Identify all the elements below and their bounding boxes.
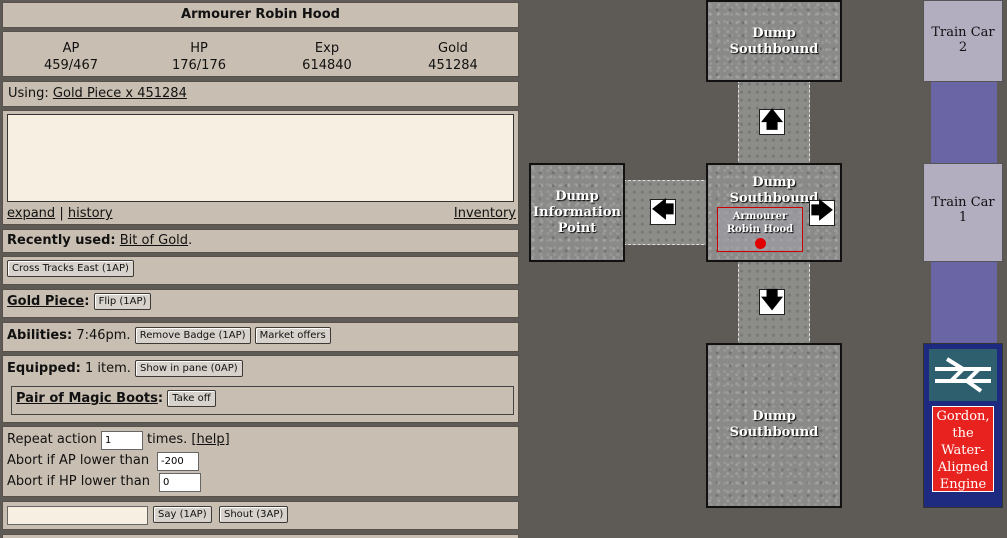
help-close: ] bbox=[224, 432, 230, 447]
abilities-label: Abilities: bbox=[7, 328, 73, 343]
take-off-button[interactable]: Take off bbox=[167, 390, 216, 407]
recently-used-suffix: . bbox=[188, 233, 193, 248]
arrow-left-icon[interactable]: 🡄 bbox=[650, 199, 676, 225]
history-link[interactable]: history bbox=[68, 206, 113, 221]
remove-badge-button[interactable]: Remove Badge (1AP) bbox=[134, 327, 251, 344]
stats-box: AP 459/467 HP 176/176 Exp 614840 Gold 45… bbox=[2, 31, 519, 77]
equipped-count: 1 item. bbox=[84, 361, 131, 376]
character-title: Armourer Robin Hood bbox=[181, 7, 340, 22]
say-button[interactable]: Say (1AP) bbox=[153, 506, 212, 523]
repeat-count-input[interactable] bbox=[101, 431, 143, 450]
stat-label: AP bbox=[62, 41, 80, 56]
tile-west-label: Dump Information Point bbox=[533, 189, 621, 236]
stat-value: 614840 bbox=[302, 58, 352, 73]
train-car-2-label: Train Car 2 bbox=[931, 25, 995, 55]
repeat-label: Repeat action bbox=[7, 432, 97, 447]
engine-name: Gordon, the Water-Aligned Engine bbox=[932, 406, 994, 492]
abort-ap-label: Abort if AP lower than bbox=[7, 453, 150, 468]
train-car-1[interactable]: Train Car 1 bbox=[923, 163, 1003, 262]
chat-input[interactable] bbox=[7, 506, 148, 525]
inventory-link-wrap: Inventory bbox=[454, 206, 516, 221]
stat-value: 459/467 bbox=[43, 58, 98, 73]
character-title-box: Armourer Robin Hood bbox=[2, 2, 519, 28]
log-box: expand | history Inventory bbox=[2, 110, 519, 225]
arrow-down-icon[interactable]: 🡇 bbox=[759, 289, 785, 315]
message-log[interactable] bbox=[7, 114, 514, 202]
help-link[interactable]: help bbox=[197, 432, 225, 447]
arrow-right-icon[interactable]: 🡆 bbox=[809, 200, 835, 226]
abort-hp-label: Abort if HP lower than bbox=[7, 474, 150, 489]
equipped-label: Equipped: bbox=[7, 361, 81, 376]
stat-gold: Gold 451284 bbox=[393, 40, 513, 74]
player-name: Armourer Robin Hood bbox=[726, 211, 794, 235]
inventory-link[interactable]: Inventory bbox=[454, 206, 516, 221]
recently-used-label: Recently used: bbox=[7, 233, 116, 248]
player-marker[interactable]: Armourer Robin Hood bbox=[717, 207, 803, 252]
tile-west[interactable]: Dump Information Point bbox=[529, 163, 625, 262]
abort-hp-input[interactable] bbox=[159, 473, 201, 492]
train-car-1-label: Train Car 1 bbox=[931, 195, 995, 225]
chat-box: Say (1AP) Shout (3AP) bbox=[2, 501, 519, 530]
stat-value: 451284 bbox=[428, 58, 478, 73]
actions-box: Cross Tracks East (1AP) bbox=[2, 256, 519, 285]
market-offers-button[interactable]: Market offers bbox=[254, 327, 331, 344]
flip-button[interactable]: Flip (1AP) bbox=[93, 293, 152, 310]
next-box bbox=[2, 534, 519, 538]
train-car-2[interactable]: Train Car 2 bbox=[923, 0, 1003, 82]
expand-link[interactable]: expand bbox=[7, 206, 55, 221]
train-column: Train Car 2 Train Car 1 Gordon, the Wate… bbox=[923, 0, 1007, 538]
equipped-row: Equipped: 1 item. Show in pane (0AP) bbox=[7, 360, 243, 377]
using-box: Using: Gold Piece x 451284 bbox=[2, 81, 519, 107]
abilities-box: Abilities: 7:46pm. Remove Badge (1AP) Ma… bbox=[2, 322, 519, 352]
equipped-item-row: Pair of Magic Boots: Take off bbox=[11, 386, 514, 415]
tile-south-label: Dump Southbound bbox=[729, 409, 819, 440]
gold-piece-colon: : bbox=[84, 294, 90, 309]
recently-used-item[interactable]: Bit of Gold bbox=[120, 233, 188, 248]
stat-hp: HP 176/176 bbox=[139, 40, 259, 74]
recently-used-box: Recently used: Bit of Gold. bbox=[2, 229, 519, 253]
stat-value: 176/176 bbox=[171, 58, 226, 73]
equipped-item-link[interactable]: Pair of Magic Boots bbox=[16, 391, 158, 406]
character-panel: Armourer Robin Hood AP 459/467 HP 176/17… bbox=[0, 0, 523, 538]
tile-north[interactable]: Dump Southbound bbox=[706, 0, 842, 82]
repeat-box: Repeat action times. [help] Abort if AP … bbox=[2, 426, 519, 497]
show-in-pane-button[interactable]: Show in pane (0AP) bbox=[135, 360, 243, 377]
log-links: expand | history bbox=[7, 206, 113, 221]
stat-label: Exp bbox=[314, 41, 340, 56]
stat-ap: AP 459/467 bbox=[11, 40, 131, 74]
repeat-label-row: Repeat action bbox=[7, 432, 97, 447]
cross-tracks-button[interactable]: Cross Tracks East (1AP) bbox=[7, 260, 134, 277]
repeat-times: times. bbox=[147, 432, 188, 447]
tile-south[interactable]: Dump Southbound bbox=[706, 343, 842, 508]
stat-label: Gold bbox=[438, 41, 468, 56]
arrow-up-icon[interactable]: 🡅 bbox=[759, 109, 785, 135]
train-engine[interactable]: Gordon, the Water-Aligned Engine bbox=[923, 343, 1003, 508]
british-rail-icon bbox=[929, 349, 997, 401]
link-separator: | bbox=[59, 206, 64, 221]
gold-piece-box: Gold Piece: Flip (1AP) bbox=[2, 289, 519, 318]
tile-north-label: Dump Southbound bbox=[729, 26, 819, 57]
equipped-box: Equipped: 1 item. Show in pane (0AP) Pai… bbox=[2, 355, 519, 423]
gold-piece-link[interactable]: Gold Piece bbox=[7, 294, 84, 309]
equipped-item-colon: : bbox=[157, 391, 164, 406]
shout-button[interactable]: Shout (3AP) bbox=[219, 506, 289, 523]
stat-label: HP bbox=[190, 41, 208, 56]
abort-ap-input[interactable] bbox=[157, 452, 199, 471]
using-item-link[interactable]: Gold Piece x 451284 bbox=[53, 86, 187, 101]
stat-exp: Exp 614840 bbox=[267, 40, 387, 74]
using-label: Using: bbox=[8, 86, 49, 101]
repeat-times-row: times. [help] bbox=[147, 432, 230, 447]
abilities-time: 7:46pm. bbox=[76, 328, 131, 343]
map-area: Dump Southbound Dump Information Point D… bbox=[523, 0, 923, 538]
player-dot-icon bbox=[755, 238, 766, 249]
